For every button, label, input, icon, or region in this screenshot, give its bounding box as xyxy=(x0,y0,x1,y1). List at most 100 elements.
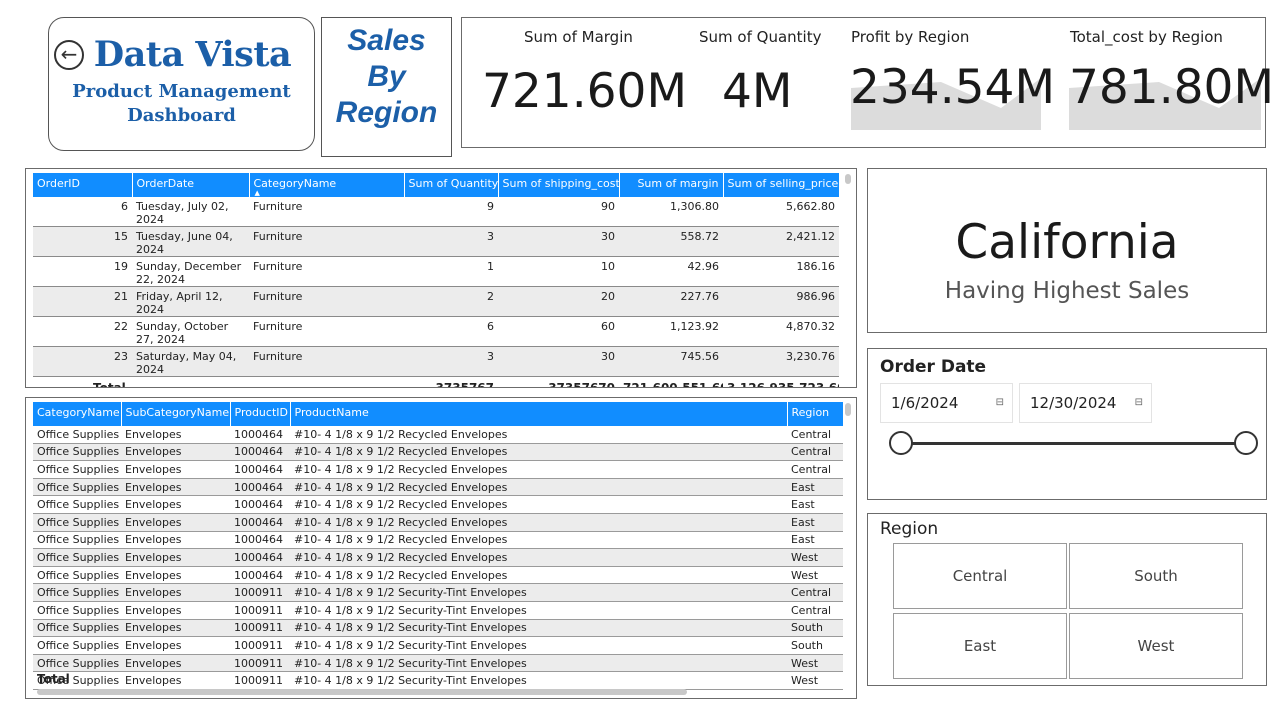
region-button-south[interactable]: South xyxy=(1069,543,1243,609)
table-row[interactable]: Office Supplies Envelopes 1000464 #10- 4 1/… xyxy=(33,478,843,497)
table-row[interactable]: Office Supplies Envelopes 1000464 #10- 4 1/… xyxy=(33,443,843,462)
orders-vertical-scrollbar[interactable] xyxy=(845,174,851,184)
cell-selling: 2,421.12 xyxy=(723,226,839,257)
cell-selling: 3,230.76 xyxy=(723,346,839,377)
table-row[interactable]: 6 Tuesday, July 02, 2024 Furniture 9 90 … xyxy=(33,197,839,227)
cell-category: Furniture xyxy=(249,256,404,287)
end-date-input[interactable]: 12/30/2024 ⊟ xyxy=(1019,383,1152,423)
total-shipping: 37357670 xyxy=(498,376,619,387)
cell-region: Central xyxy=(787,460,843,479)
cell-subcategory: Envelopes xyxy=(121,548,230,567)
col-orderdate[interactable]: OrderDate xyxy=(132,173,250,197)
cell-region: East xyxy=(787,513,843,532)
cell-subcategory: Envelopes xyxy=(121,460,230,479)
cell-quantity: 3 xyxy=(404,346,498,377)
kpi-strip: Sum of Margin 721.60M Sum of Quantity 4M… xyxy=(461,17,1274,148)
cell-productname: #10- 4 1/8 x 9 1/2 Recycled Envelopes xyxy=(290,460,787,479)
region-button-west[interactable]: West xyxy=(1069,613,1243,679)
table-row[interactable]: Office Supplies Envelopes 1000464 #10- 4 1/… xyxy=(33,460,843,479)
cell-subcategory: Envelopes xyxy=(121,566,230,585)
cell-category: Office Supplies xyxy=(33,426,121,444)
cell-subcategory: Envelopes xyxy=(121,495,230,514)
cell-productname: #10- 4 1/8 x 9 1/2 Recycled Envelopes xyxy=(290,478,787,497)
sort-ascending-icon: ▲ xyxy=(254,189,260,197)
cell-productname: #10- 4 1/8 x 9 1/2 Security-Tint Envelop… xyxy=(290,671,787,690)
calendar-icon[interactable]: ⊟ xyxy=(996,384,1004,422)
region-button-east[interactable]: East xyxy=(893,613,1067,679)
table-row[interactable]: Office Supplies Envelopes 1000911 #10- 4 1/… xyxy=(33,583,843,602)
cell-category: Office Supplies xyxy=(33,548,121,567)
col-orderid[interactable]: OrderID xyxy=(33,173,133,197)
calendar-icon[interactable]: ⊟ xyxy=(1135,384,1143,422)
table-row[interactable]: Office Supplies Envelopes 1000911 #10- 4 1/… xyxy=(33,636,843,655)
table-row[interactable]: Office Supplies Envelopes 1000911 #10- 4 1/… xyxy=(33,601,843,620)
cell-orderid: 22 xyxy=(33,316,132,347)
region-button-central[interactable]: Central xyxy=(893,543,1067,609)
cell-productid: 1000464 xyxy=(230,566,290,585)
table-row[interactable]: 23 Saturday, May 04, 2024 Furniture 3 30… xyxy=(33,346,839,377)
cell-category: Office Supplies xyxy=(33,654,121,673)
cell-region: West xyxy=(787,548,843,567)
end-date-value: 12/30/2024 xyxy=(1030,394,1117,412)
cell-orderid: 15 xyxy=(33,226,132,257)
cell-quantity: 1 xyxy=(404,256,498,287)
cell-region: East xyxy=(787,531,843,550)
table-row[interactable]: Office Supplies Envelopes 1000464 #10- 4 1/… xyxy=(33,426,843,444)
col-categoryname[interactable]: CategoryName ▲ xyxy=(249,173,405,197)
date-range-track[interactable] xyxy=(901,442,1247,445)
table-row[interactable]: Office Supplies Envelopes 1000464 #10- 4 1/… xyxy=(33,513,843,532)
products-table[interactable]: CategoryName SubCategoryName ProductID P… xyxy=(25,397,857,699)
table-row[interactable]: Office Supplies Envelopes 1000464 #10- 4 1/… xyxy=(33,566,843,585)
cell-productname: #10- 4 1/8 x 9 1/2 Security-Tint Envelop… xyxy=(290,619,787,638)
cell-productname: #10- 4 1/8 x 9 1/2 Recycled Envelopes xyxy=(290,531,787,550)
table-row[interactable]: 19 Sunday, December 22, 2024 Furniture 1… xyxy=(33,256,839,287)
cell-margin: 1,306.80 xyxy=(619,197,723,227)
cell-shipping: 10 xyxy=(498,256,619,287)
cell-productname: #10- 4 1/8 x 9 1/2 Security-Tint Envelop… xyxy=(290,636,787,655)
cell-subcategory: Envelopes xyxy=(121,478,230,497)
products-vertical-scrollbar[interactable] xyxy=(845,403,851,416)
col-sum-margin[interactable]: Sum of margin xyxy=(619,173,724,197)
date-range-end-handle[interactable] xyxy=(1234,431,1258,455)
cell-orderid: 19 xyxy=(33,256,132,287)
col-region[interactable]: Region xyxy=(787,402,844,426)
cell-productname: #10- 4 1/8 x 9 1/2 Recycled Envelopes xyxy=(290,426,787,444)
table-row[interactable]: Office Supplies Envelopes 1000464 #10- 4 1/… xyxy=(33,548,843,567)
table-row[interactable]: Office Supplies Envelopes 1000911 #10- 4 1/… xyxy=(33,671,843,690)
cell-productid: 1000911 xyxy=(230,636,290,655)
table-row[interactable]: 21 Friday, April 12, 2024 Furniture 2 20… xyxy=(33,286,839,317)
col-subcategoryname[interactable]: SubCategoryName xyxy=(121,402,231,426)
table-row[interactable]: Office Supplies Envelopes 1000464 #10- 4 1/… xyxy=(33,495,843,514)
start-date-input[interactable]: 1/6/2024 ⊟ xyxy=(880,383,1013,423)
order-date-slicer: Order Date 1/6/2024 ⊟ 12/30/2024 ⊟ xyxy=(867,348,1267,500)
col-sum-shipping-cost[interactable]: Sum of shipping_cost xyxy=(498,173,620,197)
table-row[interactable]: 15 Tuesday, June 04, 2024 Furniture 3 30… xyxy=(33,226,839,257)
col-sum-quantity[interactable]: Sum of Quantity xyxy=(404,173,499,197)
table-row[interactable]: Office Supplies Envelopes 1000911 #10- 4 1/… xyxy=(33,619,843,638)
cell-productid: 1000911 xyxy=(230,654,290,673)
cell-productid: 1000464 xyxy=(230,531,290,550)
table-row[interactable]: 22 Sunday, October 27, 2024 Furniture 6 … xyxy=(33,316,839,347)
col-sum-selling-price[interactable]: Sum of selling_price xyxy=(723,173,840,197)
cell-selling: 986.96 xyxy=(723,286,839,317)
orders-table[interactable]: OrderID OrderDate CategoryName ▲ Sum of Q… xyxy=(25,168,857,388)
table-row[interactable]: Office Supplies Envelopes 1000464 #10- 4 1/… xyxy=(33,531,843,550)
kpi-quantity-value: 4M xyxy=(722,64,793,119)
total-margin: 721,600,551.60 xyxy=(619,376,723,387)
kpi-quantity-label: Sum of Quantity xyxy=(699,28,822,46)
table-row[interactable]: Office Supplies Envelopes 1000911 #10- 4 1/… xyxy=(33,654,843,673)
orders-total-row: Total 3735767 37357670 721,600,551.60 3,… xyxy=(33,376,839,387)
products-horizontal-scrollbar[interactable] xyxy=(37,689,687,695)
col-categoryname[interactable]: CategoryName xyxy=(33,402,122,426)
cell-orderdate: Sunday, October 27, 2024 xyxy=(132,316,249,347)
cell-region: East xyxy=(787,478,843,497)
subtitle-line-1: Product Management xyxy=(72,81,291,102)
col-productid[interactable]: ProductID xyxy=(230,402,291,426)
cell-category: Office Supplies xyxy=(33,619,121,638)
col-productname[interactable]: ProductName xyxy=(290,402,788,426)
date-range-start-handle[interactable] xyxy=(889,431,913,455)
top-state-caption: Having Highest Sales xyxy=(944,278,1190,304)
cell-shipping: 30 xyxy=(498,226,619,257)
cell-subcategory: Envelopes xyxy=(121,619,230,638)
cell-category: Office Supplies xyxy=(33,443,121,462)
